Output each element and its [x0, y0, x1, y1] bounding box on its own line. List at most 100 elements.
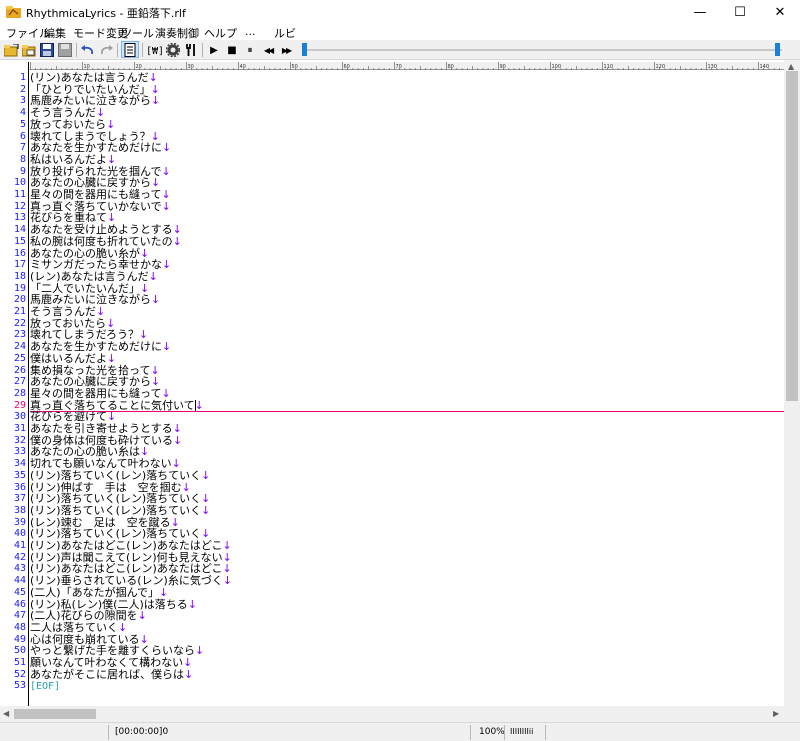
line-number[interactable]: 5 [0, 119, 26, 131]
line-number[interactable]: 39 [0, 517, 26, 529]
lyric-line[interactable]: あなたがそこに居れば、僕らは↓ [30, 667, 193, 681]
line-number[interactable]: 26 [0, 365, 26, 377]
line-number[interactable]: 14 [0, 224, 26, 236]
scroll-up-icon[interactable]: ▲ [788, 62, 794, 71]
application-window: RhythmicaLyrics - 亜鉛落下.rlf — ☐ ✕ ファイル 編集… [0, 0, 800, 741]
line-number[interactable]: 11 [0, 189, 26, 201]
pause-button[interactable]: ⏸ [242, 42, 258, 58]
line-number[interactable]: 4 [0, 107, 26, 119]
line-number[interactable]: 2 [0, 84, 26, 96]
return-mark: ↓ [201, 468, 211, 482]
line-number[interactable]: 6 [0, 131, 26, 143]
line-number[interactable]: 29 [0, 400, 26, 412]
status-bar: [00:00:00]0 100% IIIIIIIIii [0, 722, 800, 741]
line-number[interactable]: 16 [0, 248, 26, 260]
line-number[interactable]: 48 [0, 622, 26, 634]
line-number[interactable]: 30 [0, 411, 26, 423]
stop-button[interactable]: ■ [224, 42, 240, 58]
eof-line[interactable]: [EOF] [30, 680, 60, 692]
line-number[interactable]: 13 [0, 212, 26, 224]
line-number[interactable]: 51 [0, 657, 26, 669]
line-number[interactable]: 43 [0, 563, 26, 575]
return-mark: ↓ [148, 269, 158, 283]
open-folder-icon[interactable] [21, 42, 37, 58]
title-bar[interactable]: RhythmicaLyrics - 亜鉛落下.rlf — ☐ ✕ [0, 0, 800, 24]
line-number[interactable]: 1 [0, 72, 26, 84]
line-number[interactable]: 38 [0, 505, 26, 517]
line-number[interactable]: 44 [0, 575, 26, 587]
save-icon[interactable] [39, 42, 55, 58]
line-number[interactable]: 41 [0, 540, 26, 552]
horizontal-scrollbar[interactable]: ◀ ▶ [0, 706, 784, 722]
line-number[interactable]: 12 [0, 201, 26, 213]
play-button[interactable]: ▶ [206, 42, 222, 58]
line-number[interactable]: 7 [0, 142, 26, 154]
line-number[interactable]: 8 [0, 154, 26, 166]
close-button[interactable]: ✕ [760, 0, 800, 24]
timing-tag-icon[interactable]: [₩] [146, 42, 162, 58]
line-number[interactable]: 22 [0, 318, 26, 330]
svg-text:[₩]: [₩] [146, 46, 162, 57]
line-number[interactable]: 25 [0, 353, 26, 365]
line-number[interactable]: 45 [0, 587, 26, 599]
line-number[interactable]: 34 [0, 458, 26, 470]
line-number[interactable]: 50 [0, 645, 26, 657]
undo-icon[interactable] [80, 42, 96, 58]
line-number[interactable]: 46 [0, 599, 26, 611]
scroll-right-icon[interactable]: ▶ [773, 709, 779, 718]
menu-mode[interactable]: モード変更 [73, 25, 128, 41]
wrench-icon[interactable] [183, 42, 199, 58]
menu-playback[interactable]: 演奏制御 [155, 25, 199, 41]
menu-edit[interactable]: 編集 [44, 25, 66, 41]
line-number[interactable]: 37 [0, 493, 26, 505]
new-file-icon[interactable] [3, 42, 19, 58]
redo-icon[interactable] [98, 42, 114, 58]
line-number[interactable]: 18 [0, 271, 26, 283]
menu-tools[interactable]: ツール [121, 25, 154, 41]
rewind-button[interactable]: ◀◀ [260, 42, 276, 58]
line-number[interactable]: 3 [0, 95, 26, 107]
toolbar: [₩] ▶ ■ ⏸ ◀◀ ▶▶ [0, 40, 800, 60]
horizontal-scroll-thumb[interactable] [14, 709, 96, 719]
minimize-button[interactable]: — [680, 0, 720, 24]
line-number[interactable]: 32 [0, 435, 26, 447]
menu-more[interactable]: ... [245, 25, 256, 38]
menu-help[interactable]: ヘルプ [204, 25, 237, 41]
scroll-left-icon[interactable]: ◀ [3, 709, 9, 718]
line-number[interactable]: 23 [0, 329, 26, 341]
line-number[interactable]: 31 [0, 423, 26, 435]
return-mark: ↓ [194, 398, 204, 412]
lyrics-editor[interactable]: (リン)あなたは言うんだ↓ 「ひとりでいたいんだ」↓ 馬鹿みたいに泣きながら↓ そう言… [30, 70, 784, 706]
line-number[interactable]: 17 [0, 259, 26, 271]
lyric-text: あなたがそこに居れば、僕らは [30, 667, 184, 681]
playback-position-track[interactable] [302, 49, 782, 51]
line-number[interactable]: 28 [0, 388, 26, 400]
volume-slider-thumb[interactable] [775, 43, 780, 56]
line-number[interactable]: 35 [0, 470, 26, 482]
line-number[interactable]: 47 [0, 610, 26, 622]
line-number[interactable]: 20 [0, 294, 26, 306]
line-number[interactable]: 19 [0, 283, 26, 295]
maximize-button[interactable]: ☐ [720, 0, 760, 24]
line-number[interactable]: 33 [0, 446, 26, 458]
line-number[interactable]: 53 [0, 680, 26, 692]
menu-bar: ファイル 編集 モード変更 ツール 演奏制御 ヘルプ ... ルビ [0, 24, 800, 40]
line-number[interactable]: 36 [0, 482, 26, 494]
line-number[interactable]: 27 [0, 376, 26, 388]
playback-position-thumb[interactable] [302, 43, 307, 56]
line-number[interactable]: 52 [0, 669, 26, 681]
line-number[interactable]: 24 [0, 341, 26, 353]
line-number[interactable]: 15 [0, 236, 26, 248]
settings-gear-icon[interactable] [165, 42, 181, 58]
menu-ruby[interactable]: ルビ [274, 25, 296, 41]
line-number[interactable]: 9 [0, 166, 26, 178]
line-number[interactable]: 10 [0, 177, 26, 189]
line-number[interactable]: 40 [0, 528, 26, 540]
line-number[interactable]: 21 [0, 306, 26, 318]
line-number[interactable]: 42 [0, 552, 26, 564]
save-as-icon[interactable] [57, 42, 73, 58]
line-number[interactable]: 49 [0, 634, 26, 646]
text-mode-icon[interactable] [121, 41, 139, 58]
fast-forward-button[interactable]: ▶▶ [278, 42, 294, 58]
vertical-scroll-thumb[interactable] [786, 71, 798, 401]
